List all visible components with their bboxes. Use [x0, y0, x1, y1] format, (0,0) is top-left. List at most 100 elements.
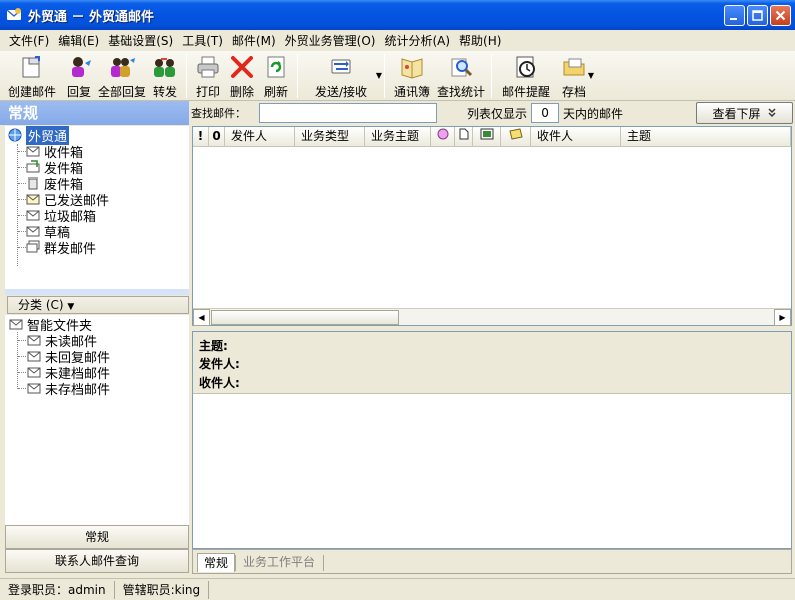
scroll-right-button[interactable]: ▶: [774, 309, 791, 326]
status-bar: 登录职员：admin 管辖职员:king: [0, 578, 795, 600]
horizontal-scrollbar[interactable]: ◀ ▶: [193, 308, 791, 326]
delete-button[interactable]: 删除: [225, 51, 259, 101]
left-tab-general[interactable]: 常规: [5, 525, 189, 549]
column-document[interactable]: [455, 127, 473, 147]
column-sender[interactable]: 发件人: [225, 127, 295, 147]
close-button[interactable]: [770, 5, 791, 26]
close-icon: [775, 10, 786, 21]
left-tab-contact-query[interactable]: 联系人邮件查询: [5, 549, 189, 573]
preview-to-label: 收件人:: [199, 376, 240, 390]
archive-button[interactable]: 存档 ▼: [556, 51, 594, 101]
reply-all-label: 全部回复: [97, 85, 146, 99]
read-status-icon: [437, 128, 448, 140]
mail-list[interactable]: ! 0 发件人 业务类型 业务主题 收件人 主题 ◀ ▶: [192, 126, 792, 326]
maximize-button[interactable]: [747, 5, 768, 26]
search-label: 查找邮件：: [191, 107, 246, 120]
search-stats-label: 查找统计: [436, 85, 485, 99]
search-stats-button[interactable]: 查找统计: [435, 51, 487, 101]
left-tab-general-label: 常规: [84, 530, 109, 544]
forward-button[interactable]: 转发: [148, 51, 182, 101]
dropdown-arrow-icon[interactable]: ▼: [588, 71, 594, 80]
splitter[interactable]: [5, 289, 189, 295]
smart-item-unarchived[interactable]: 未存档邮件: [26, 380, 110, 398]
status-managed-user: 管辖职员:king: [115, 580, 210, 599]
address-book-button[interactable]: 通讯簿: [389, 51, 435, 101]
minimize-button[interactable]: [724, 5, 745, 26]
column-read-status[interactable]: [431, 127, 455, 147]
status-login-user: 登录职员：admin: [0, 580, 115, 599]
reply-button[interactable]: 回复: [62, 51, 96, 101]
archive-folder-icon: [563, 58, 585, 76]
menu-statistics[interactable]: 统计分析(A): [381, 32, 456, 49]
column-note[interactable]: [501, 127, 531, 147]
toolbar-separator: [491, 54, 492, 98]
column-business-type[interactable]: 业务类型: [295, 127, 365, 147]
send-receive-button[interactable]: 发送/接收 ▼: [302, 51, 382, 101]
menu-help[interactable]: 帮助(H): [456, 32, 507, 49]
scroll-thumb[interactable]: [211, 310, 399, 325]
create-mail-label: 创建邮件: [7, 85, 56, 99]
menu-bar: 文件(F) 编辑(E) 基础设置(S) 工具(T) 邮件(M) 外贸业务管理(O…: [0, 30, 795, 51]
column-attachment[interactable]: 0: [209, 127, 225, 147]
search-stats-icon: [451, 58, 473, 77]
print-label: 打印: [195, 85, 220, 99]
column-recipient[interactable]: 收件人: [531, 127, 621, 147]
column-subject[interactable]: 主题: [621, 127, 791, 147]
minimize-icon: [730, 18, 737, 20]
days-input[interactable]: 0: [531, 103, 560, 123]
unfiled-mail-icon: [27, 367, 41, 378]
left-tab-contact-query-label: 联系人邮件查询: [54, 554, 139, 568]
inbox-icon: [26, 146, 40, 157]
toolbar-separator: [297, 54, 298, 98]
refresh-label: 刷新: [263, 85, 288, 99]
column-archive-status[interactable]: [473, 127, 501, 147]
archive-status-icon: [480, 128, 493, 140]
bottom-tab-bar: 常规 业务工作平台: [192, 549, 792, 574]
refresh-button[interactable]: 刷新: [259, 51, 293, 101]
double-chevron-down-icon: [767, 108, 776, 118]
bottom-tab-workbench[interactable]: 业务工作平台: [237, 553, 321, 572]
search-input[interactable]: [259, 103, 437, 123]
mail-reminder-button[interactable]: 邮件提醒: [496, 51, 556, 101]
create-mail-button[interactable]: 创建邮件: [2, 51, 62, 101]
list-filter-prefix: 列表仅显示: [467, 106, 528, 121]
toolbar-separator: [186, 54, 187, 98]
tree-item-bulk-mail[interactable]: 群发邮件: [25, 239, 97, 257]
address-book-icon: [401, 58, 423, 79]
scroll-left-button[interactable]: ◀: [193, 309, 210, 326]
smart-folder-icon: [9, 319, 23, 330]
toolbar-separator: [384, 54, 385, 98]
preview-pane: 主题: 发件人: 收件人:: [192, 331, 792, 549]
menu-tools[interactable]: 工具(T): [179, 32, 229, 49]
sent-mail-icon: [26, 194, 40, 205]
bottom-tab-general[interactable]: 常规: [197, 553, 236, 572]
reply-label: 回复: [66, 85, 91, 99]
clock-icon: [516, 56, 535, 78]
tree-item-label: 群发邮件: [44, 241, 97, 257]
menu-trade-management[interactable]: 外贸业务管理(O): [282, 32, 382, 49]
toolbar: 创建邮件 回复 全部回复 转发 打印 删除 刷新 发送/接收 ▼ 通讯簿 查找统…: [0, 51, 795, 101]
view-next-screen-button[interactable]: 查看下屏: [696, 102, 793, 124]
view-next-screen-label: 查看下屏: [712, 106, 761, 121]
menu-file[interactable]: 文件(F): [6, 32, 55, 49]
forward-icon: [154, 58, 175, 77]
print-button[interactable]: 打印: [191, 51, 225, 101]
menu-basic-settings[interactable]: 基础设置(S): [105, 32, 179, 49]
column-business-subject[interactable]: 业务主题: [365, 127, 431, 147]
menu-edit[interactable]: 编辑(E): [55, 32, 105, 49]
unarchived-mail-icon: [27, 383, 41, 394]
reply-all-button[interactable]: 全部回复: [96, 51, 148, 101]
column-priority[interactable]: !: [193, 127, 209, 147]
document-icon: [459, 128, 468, 140]
preview-subject-label: 主题:: [199, 339, 228, 353]
dropdown-arrow-icon[interactable]: ▼: [376, 71, 382, 80]
category-dropdown[interactable]: 分类 (C) ▼: [7, 296, 189, 314]
reply-all-icon: [111, 58, 135, 77]
app-icon: [6, 8, 22, 20]
menu-mail[interactable]: 邮件(M): [229, 32, 282, 49]
smart-folder-tree: 智能文件夹 未读邮件 未回复邮件 未建档邮件 未存档邮件: [5, 315, 189, 525]
search-strip: 查找邮件： 列表仅显示 0 天内的邮件 查看下屏: [189, 101, 795, 125]
category-label: 分类 (C): [18, 298, 64, 312]
refresh-icon: [267, 56, 285, 78]
forward-label: 转发: [152, 85, 177, 99]
